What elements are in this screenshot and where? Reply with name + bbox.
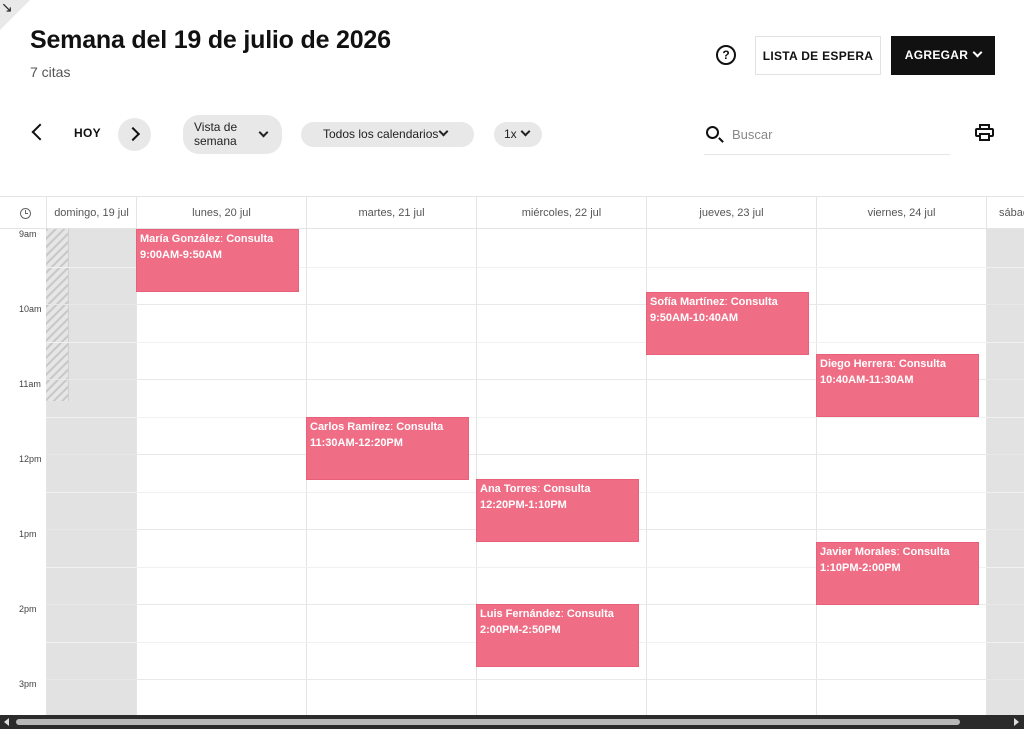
appointment-block[interactable]: Carlos Ramírez: Consulta 11:30AM-12:20PM — [306, 417, 469, 480]
view-select-label: Vista de semana — [194, 120, 238, 148]
grid-line — [46, 304, 1024, 305]
appointment-service: Consulta — [543, 483, 591, 495]
appointment-title: Diego Herrera: Consulta — [820, 358, 946, 370]
hour-label: 10am — [19, 304, 42, 314]
grid-line — [46, 341, 1024, 343]
appointment-client: María González — [140, 233, 221, 245]
appointment-title: Javier Morales: Consulta — [820, 546, 950, 558]
search-icon — [706, 126, 719, 139]
unavailable-hatch — [46, 229, 69, 401]
day-header-thursday[interactable]: jueves, 23 jul — [646, 197, 816, 229]
appointment-client: Diego Herrera — [820, 358, 893, 370]
hour-label: 1pm — [19, 529, 37, 539]
day-header-friday[interactable]: viernes, 24 jul — [816, 197, 986, 229]
day-header-tuesday[interactable]: martes, 21 jul — [306, 197, 476, 229]
grid-line — [46, 454, 1024, 455]
appointment-time: 9:00AM-9:50AM — [140, 249, 222, 261]
week-calendar: domingo, 19 jul lunes, 20 jul martes, 21… — [0, 196, 1024, 715]
appointment-title: María González: Consulta — [140, 233, 274, 245]
appointment-client: Javier Morales — [820, 546, 897, 558]
hour-label: 3pm — [19, 679, 37, 689]
appointment-count: 7 citas — [30, 64, 71, 80]
appointment-time: 11:30AM-12:20PM — [310, 437, 403, 449]
day-header-sunday[interactable]: domingo, 19 jul — [46, 197, 136, 229]
clock-icon — [20, 208, 31, 219]
scrollbar-thumb[interactable] — [16, 719, 960, 725]
appointment-time: 2:00PM-2:50PM — [480, 624, 561, 636]
appointment-service: Consulta — [730, 296, 778, 308]
next-week-button[interactable] — [118, 118, 151, 151]
hour-label: 11am — [19, 379, 41, 389]
appointment-block[interactable]: María González: Consulta 9:00AM-9:50AM — [136, 229, 299, 292]
search-input[interactable] — [732, 124, 932, 144]
appointment-block[interactable]: Javier Morales: Consulta 1:10PM-2:00PM — [816, 542, 979, 605]
printer-icon[interactable] — [975, 124, 994, 141]
appointment-time: 12:20PM-1:10PM — [480, 499, 567, 511]
chevron-down-icon — [438, 126, 449, 137]
appointment-service: Consulta — [226, 233, 274, 245]
appointment-client: Sofía Martínez — [650, 296, 725, 308]
zoom-select-label: 1x — [504, 127, 517, 141]
appointment-client: Ana Torres — [480, 483, 538, 495]
appointment-client: Luis Fernández — [480, 608, 561, 620]
appointment-title: Carlos Ramírez: Consulta — [310, 421, 444, 433]
appointment-time: 1:10PM-2:00PM — [820, 562, 901, 574]
appointment-title: Sofía Martínez: Consulta — [650, 296, 778, 308]
day-header-row: domingo, 19 jul lunes, 20 jul martes, 21… — [0, 196, 1024, 229]
hour-label: 12pm — [19, 454, 42, 464]
chevron-left-icon[interactable] — [31, 123, 49, 141]
appointment-service: Consulta — [566, 608, 614, 620]
day-header-monday[interactable]: lunes, 20 jul — [136, 197, 306, 229]
chevron-down-icon — [258, 127, 269, 138]
appointment-block[interactable]: Diego Herrera: Consulta 10:40AM-11:30AM — [816, 354, 979, 417]
add-button-label: AGREGAR — [904, 48, 969, 62]
hour-label: 9am — [19, 229, 37, 239]
chevron-down-icon — [972, 47, 983, 58]
calendars-select-label: Todos los calendarios — [323, 127, 439, 141]
chevron-right-icon — [125, 126, 141, 142]
today-button[interactable]: HOY — [74, 126, 101, 140]
chevron-down-icon — [520, 126, 531, 137]
scroll-right-arrow-icon[interactable] — [1014, 718, 1019, 726]
expand-arrow-icon[interactable]: ↘ — [1, 0, 13, 14]
appointment-block[interactable]: Ana Torres: Consulta 12:20PM-1:10PM — [476, 479, 639, 542]
appointment-title: Ana Torres: Consulta — [480, 483, 591, 495]
appointment-service: Consulta — [396, 421, 444, 433]
day-header-wednesday[interactable]: miércoles, 22 jul — [476, 197, 646, 229]
page-title: Semana del 19 de julio de 2026 — [30, 26, 391, 54]
horizontal-scrollbar[interactable] — [0, 715, 1024, 729]
appointment-time: 9:50AM-10:40AM — [650, 312, 739, 324]
waitlist-button[interactable]: LISTA DE ESPERA — [755, 36, 881, 75]
appointment-block[interactable]: Sofía Martínez: Consulta 9:50AM-10:40AM — [646, 292, 809, 355]
appointment-title: Luis Fernández: Consulta — [480, 608, 614, 620]
appointment-service: Consulta — [902, 546, 950, 558]
calendars-select[interactable]: Todos los calendarios — [301, 122, 474, 147]
grid-line — [46, 679, 1024, 680]
appointment-client: Carlos Ramírez — [310, 421, 391, 433]
scroll-left-arrow-icon[interactable] — [4, 718, 9, 726]
question-circle-icon[interactable]: ? — [716, 45, 736, 65]
search-box[interactable] — [704, 118, 950, 155]
appointment-block[interactable]: Luis Fernández: Consulta 2:00PM-2:50PM — [476, 604, 639, 667]
zoom-select[interactable]: 1x — [494, 122, 542, 147]
hour-label: 2pm — [19, 604, 37, 614]
appointment-service: Consulta — [898, 358, 946, 370]
appointment-time: 10:40AM-11:30AM — [820, 374, 914, 386]
add-button[interactable]: AGREGAR — [891, 36, 995, 75]
time-grid[interactable]: 9am 10am 11am 12pm 1pm 2pm 3pm María Gon… — [0, 229, 1024, 715]
day-header-saturday[interactable]: sábado, 25 jul — [986, 197, 1024, 229]
view-select[interactable]: Vista de semana — [183, 115, 282, 154]
